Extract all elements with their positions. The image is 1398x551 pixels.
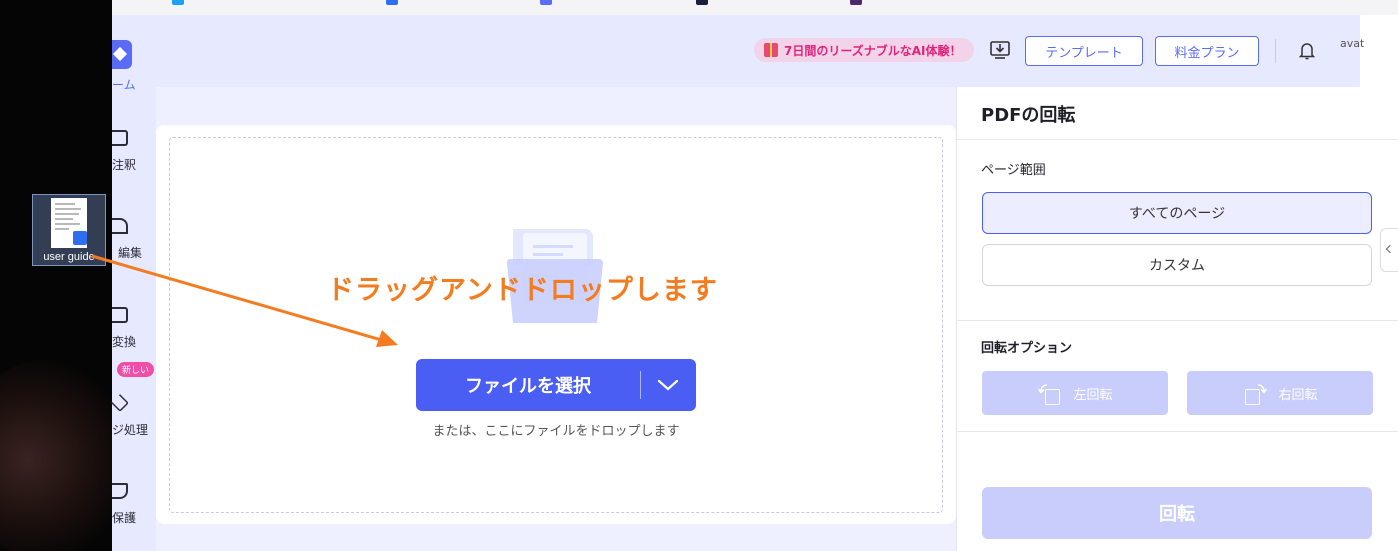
rotate-right-label: 右回転 [1278, 387, 1318, 403]
divider [957, 431, 1398, 432]
rotate-left-label: 左回転 [1073, 387, 1113, 403]
panel-title: PDFの回転 [981, 105, 1076, 126]
collapse-panel-chevron-left-icon[interactable] [1380, 228, 1398, 272]
custom-range-option[interactable]: カスタム [982, 244, 1372, 286]
all-pages-option[interactable]: すべてのページ [982, 192, 1372, 234]
rotate-button[interactable]: 回転 [982, 487, 1372, 539]
rotate-right-button[interactable]: 右回転 [1187, 371, 1373, 415]
rotate-left-button[interactable]: 左回転 [982, 371, 1168, 415]
page-range-label: ページ範囲 [981, 163, 1046, 178]
rotate-settings-panel: PDFの回転 ページ範囲 すべてのページ カスタム 回転オプション 左回転 右回… [956, 87, 1398, 551]
divider [957, 139, 1398, 140]
rotation-options-label: 回転オプション [981, 341, 1073, 356]
rotate-left-icon [1037, 381, 1065, 405]
rotate-right-icon [1242, 381, 1270, 405]
divider [957, 320, 1398, 321]
